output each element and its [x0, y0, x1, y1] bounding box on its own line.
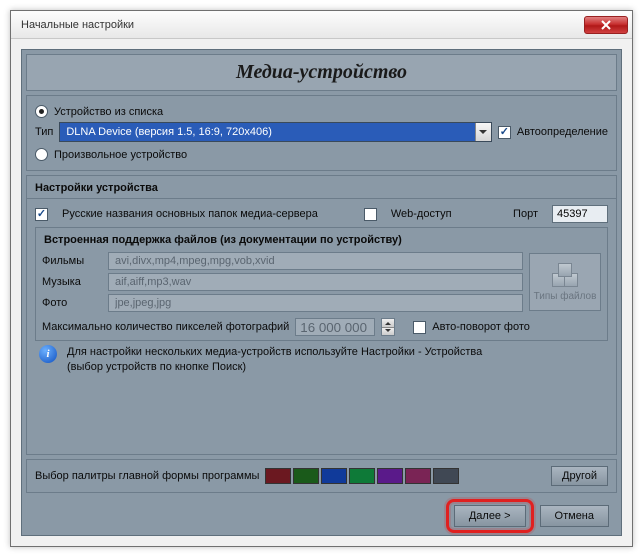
file-support-box: Встроенная поддержка файлов (из документ…	[35, 227, 608, 341]
palette-swatches	[265, 468, 459, 484]
close-button[interactable]	[584, 16, 628, 34]
device-settings-group: Настройки устройства Русские названия ос…	[26, 175, 617, 455]
device-type-value: DLNA Device (версия 1.5, 16:9, 720x406)	[60, 123, 475, 141]
radio-custom-device[interactable]	[35, 148, 48, 161]
movies-input[interactable]	[108, 252, 523, 270]
photo-input[interactable]	[108, 294, 523, 312]
info-row: i Для настройки нескольких медиа-устройс…	[35, 341, 608, 377]
russian-folders-label: Русские названия основных папок медиа-се…	[62, 208, 318, 220]
info-line2: (выбор устройств по кнопке Поиск)	[67, 361, 246, 373]
music-input[interactable]	[108, 273, 523, 291]
info-text: Для настройки нескольких медиа-устройств…	[67, 345, 482, 375]
palette-swatch-0[interactable]	[265, 468, 291, 484]
client-area: Медиа-устройство Устройство из списка Ти…	[11, 39, 632, 546]
autodetect-checkbox[interactable]	[498, 126, 511, 139]
window-title: Начальные настройки	[21, 19, 584, 31]
maxpix-input[interactable]	[295, 318, 375, 336]
port-label: Порт	[513, 208, 538, 220]
palette-swatch-1[interactable]	[293, 468, 319, 484]
palette-swatch-3[interactable]	[349, 468, 375, 484]
device-select-group: Устройство из списка Тип DLNA Device (ве…	[26, 95, 617, 171]
next-button[interactable]: Далее >	[454, 505, 526, 527]
cancel-button[interactable]: Отмена	[540, 505, 609, 527]
web-access-label: Web-доступ	[391, 208, 452, 220]
main-panel: Медиа-устройство Устройство из списка Ти…	[21, 49, 622, 536]
maxpix-spinner[interactable]	[381, 318, 395, 336]
port-input[interactable]	[552, 205, 608, 223]
palette-swatch-2[interactable]	[321, 468, 347, 484]
info-line1: Для настройки нескольких медиа-устройств…	[67, 346, 482, 358]
web-access-checkbox[interactable]	[364, 208, 377, 221]
info-icon: i	[39, 345, 57, 363]
radio-device-from-list-label: Устройство из списка	[54, 106, 163, 118]
divider	[27, 198, 616, 199]
file-support-title: Встроенная поддержка файлов (из документ…	[44, 234, 601, 246]
russian-folders-checkbox[interactable]	[35, 208, 48, 221]
photo-label: Фото	[42, 297, 102, 309]
music-label: Музыка	[42, 276, 102, 288]
page-title: Медиа-устройство	[26, 54, 617, 91]
chevron-down-icon	[475, 123, 491, 141]
autodetect-label: Автоопределение	[517, 126, 608, 138]
close-icon	[601, 20, 611, 30]
palette-swatch-5[interactable]	[405, 468, 431, 484]
type-label: Тип	[35, 126, 53, 138]
palette-label: Выбор палитры главной формы программы	[35, 470, 259, 482]
palette-group: Выбор палитры главной формы программы Др…	[26, 459, 617, 493]
titlebar: Начальные настройки	[11, 11, 632, 39]
dialog-window: Начальные настройки Медиа-устройство Уст…	[10, 10, 633, 547]
palette-swatch-4[interactable]	[377, 468, 403, 484]
file-types-button-label: Типы файлов	[534, 291, 597, 302]
settings-title: Настройки устройства	[35, 182, 608, 194]
radio-custom-device-label: Произвольное устройство	[54, 149, 187, 161]
maxpix-label: Максимально количество пикселей фотограф…	[42, 321, 289, 333]
autorotate-checkbox[interactable]	[413, 321, 426, 334]
cubes-icon	[550, 263, 580, 289]
dialog-footer: Далее > Отмена	[26, 497, 617, 531]
device-type-select[interactable]: DLNA Device (версия 1.5, 16:9, 720x406)	[59, 122, 492, 142]
movies-label: Фильмы	[42, 255, 102, 267]
file-types-button[interactable]: Типы файлов	[529, 253, 601, 311]
other-color-button[interactable]: Другой	[551, 466, 608, 486]
autorotate-label: Авто-поворот фото	[432, 321, 530, 333]
palette-swatch-6[interactable]	[433, 468, 459, 484]
radio-device-from-list[interactable]	[35, 105, 48, 118]
